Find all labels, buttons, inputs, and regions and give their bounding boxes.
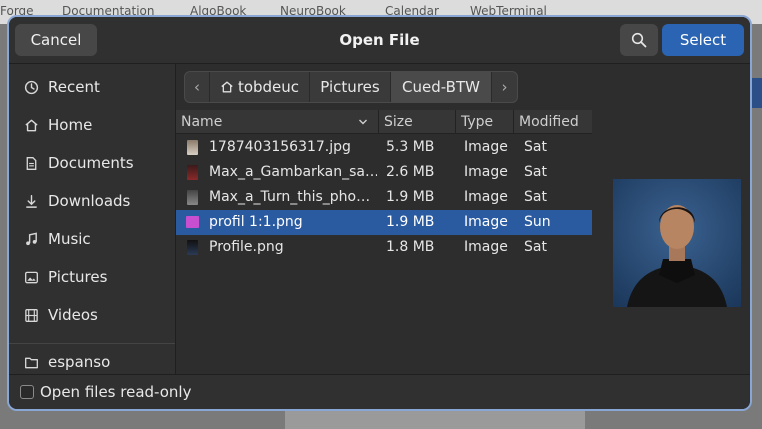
sidebar-item-recent[interactable]: Recent [9, 68, 175, 106]
image-file-icon [186, 216, 199, 228]
file-type: Image [464, 239, 508, 255]
portrait-preview-image [613, 179, 741, 307]
sort-chevron-down-icon [359, 119, 367, 125]
column-header-type[interactable]: Type [456, 110, 514, 134]
path-scroll-left-button[interactable]: ‹ [185, 72, 210, 102]
sidebar-item-documents[interactable]: Documents [9, 144, 175, 182]
image-thumbnail-icon [187, 240, 198, 255]
file-type: Image [464, 139, 508, 155]
file-name: Max_a_Gambarkan_sa… [209, 164, 377, 180]
document-icon [23, 155, 39, 171]
column-header-modified[interactable]: Modified [514, 110, 592, 134]
sidebar-item-home[interactable]: Home [9, 106, 175, 144]
home-icon [221, 81, 233, 93]
file-name: Max_a_Turn_this_pho… [209, 189, 371, 205]
search-icon [631, 32, 647, 48]
picture-icon [23, 269, 39, 285]
select-button[interactable]: Select [662, 24, 744, 56]
sidebar-item-label: Videos [48, 306, 98, 324]
read-only-checkbox[interactable] [20, 385, 34, 399]
sidebar-item-label: espanso [48, 353, 111, 371]
file-modified: Sun [524, 214, 551, 230]
column-header-size[interactable]: Size [379, 110, 456, 134]
file-modified: Sat [524, 164, 547, 180]
file-row[interactable]: 1787403156317.jpg 5.3 MB Image Sat [176, 135, 592, 160]
places-sidebar: Recent Home Documents Downloads Music Pi… [9, 64, 176, 374]
file-type: Image [464, 164, 508, 180]
dialog-header: Cancel Open File Select [9, 17, 750, 64]
file-name: profil 1:1.png [209, 214, 303, 230]
sidebar-item-pictures[interactable]: Pictures [9, 258, 175, 296]
folder-icon [23, 354, 39, 370]
file-modified: Sat [524, 139, 547, 155]
music-icon [23, 231, 39, 247]
image-thumbnail-icon [187, 190, 198, 205]
file-row-selected[interactable]: profil 1:1.png 1.9 MB Image Sun [176, 210, 592, 235]
file-type: Image [464, 214, 508, 230]
file-row[interactable]: Max_a_Turn_this_pho… 1.9 MB Image Sat [176, 185, 592, 210]
dialog-footer: Open files read-only [9, 374, 750, 409]
chevron-left-icon: ‹ [194, 78, 200, 96]
open-file-dialog: Cancel Open File Select Recent Home Docu… [7, 15, 752, 411]
file-modified: Sat [524, 239, 547, 255]
path-scroll-right-button[interactable]: › [492, 72, 517, 102]
home-icon [23, 117, 39, 133]
sidebar-item-label: Home [48, 116, 93, 134]
file-type: Image [464, 189, 508, 205]
sidebar-item-label: Pictures [48, 268, 108, 286]
path-bar: ‹ tobdeuc Pictures Cued-BTW › [184, 71, 518, 103]
sidebar-item-label: Recent [48, 78, 100, 96]
file-name: Profile.png [209, 239, 284, 255]
file-modified: Sat [524, 189, 547, 205]
sidebar-item-music[interactable]: Music [9, 220, 175, 258]
file-row[interactable]: Profile.png 1.8 MB Image Sat [176, 235, 592, 260]
file-size: 5.3 MB [386, 139, 435, 155]
sidebar-item-label: Downloads [48, 192, 131, 210]
browser-page-accent [752, 78, 762, 108]
search-button[interactable] [620, 24, 658, 56]
image-preview [613, 179, 741, 307]
file-size: 1.8 MB [386, 239, 435, 255]
cancel-button[interactable]: Cancel [15, 24, 97, 56]
sidebar-item-label: Documents [48, 154, 134, 172]
read-only-label[interactable]: Open files read-only [40, 383, 191, 401]
file-size: 1.9 MB [386, 189, 435, 205]
file-list: Name Size Type Modified 1787403156317.jp… [176, 110, 592, 374]
path-crumb-home[interactable]: tobdeuc [210, 72, 310, 102]
chevron-right-icon: › [501, 78, 508, 96]
download-icon [23, 193, 39, 209]
file-size: 1.9 MB [386, 214, 435, 230]
file-list-header: Name Size Type Modified [176, 110, 592, 134]
sidebar-item-videos[interactable]: Videos [9, 296, 175, 334]
sidebar-item-label: Music [48, 230, 91, 248]
path-crumb-current[interactable]: Cued-BTW [391, 72, 492, 102]
path-crumb-label: tobdeuc [237, 78, 300, 96]
column-header-label: Name [181, 114, 223, 130]
clock-icon [23, 79, 39, 95]
column-header-name[interactable]: Name [176, 110, 379, 134]
image-thumbnail-icon [187, 140, 198, 155]
path-crumb-pictures[interactable]: Pictures [310, 72, 391, 102]
image-thumbnail-icon [187, 165, 198, 180]
sidebar-item-downloads[interactable]: Downloads [9, 182, 175, 220]
path-crumb-label: Pictures [320, 78, 380, 96]
file-size: 2.6 MB [386, 164, 435, 180]
file-name: 1787403156317.jpg [209, 139, 351, 155]
file-row[interactable]: Max_a_Gambarkan_sa… 2.6 MB Image Sat [176, 160, 592, 185]
path-crumb-label: Cued-BTW [402, 78, 480, 96]
film-icon [23, 307, 39, 323]
